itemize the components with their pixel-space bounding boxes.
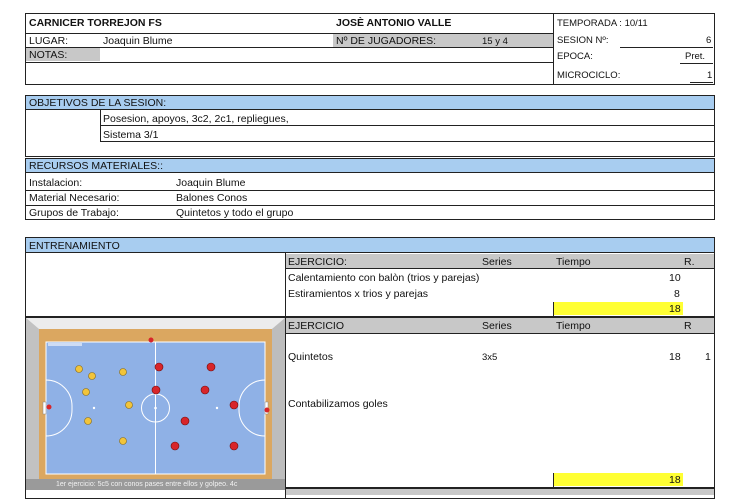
b2-series: 3x5 xyxy=(482,352,498,363)
lugar-value: Joaquin Blume xyxy=(103,35,173,47)
b1-col-ejercicio: EJERCICIO: xyxy=(288,256,347,268)
grupos-label: Grupos de Trabajo: xyxy=(29,207,119,219)
sesion-value: 6 xyxy=(706,35,712,46)
coach-name: JOSÈ ANTONIO VALLE xyxy=(336,17,452,29)
epoca-label: EPOCA: xyxy=(557,51,593,62)
b1-col-series: Series xyxy=(482,256,512,268)
b2-col-r: R xyxy=(684,320,692,332)
b1-col-r: R. xyxy=(684,256,695,268)
diagram-caption: 1er ejercicio: 5c5 con conos pases entre… xyxy=(56,481,238,488)
material-value: Balones Conos xyxy=(176,192,248,204)
b1-row2-name: Estiramientos x trios y parejas xyxy=(288,288,429,300)
club-name: CARNICER TORREJON FS xyxy=(29,17,162,29)
notas-label: NOTAS: xyxy=(29,49,68,61)
b2-r: 1 xyxy=(705,351,711,363)
b1-row1-name: Calentamiento con balòn (trios y parejas… xyxy=(288,272,480,284)
b1-total: 18 xyxy=(669,303,681,315)
instalacion-label: Instalacion: xyxy=(29,177,83,189)
b1-total-highlight xyxy=(553,302,683,315)
b2-col-series: Series xyxy=(482,320,512,332)
temporada: TEMPORADA : 10/11 xyxy=(557,18,648,29)
instalacion-value: Joaquin Blume xyxy=(176,177,246,189)
epoca-value: Pret. xyxy=(685,51,706,62)
b2-col-tiempo: Tiempo xyxy=(556,320,591,332)
b2-tiempo: 18 xyxy=(669,351,681,363)
material-label: Material Necesario: xyxy=(29,192,120,204)
objetivos-line2: Sistema 3/1 xyxy=(103,129,159,141)
recursos-title: RECURSOS MATERIALES:: xyxy=(29,160,163,172)
b1-row2-tiempo: 8 xyxy=(674,288,680,300)
sesion-label: SESION Nº: xyxy=(557,35,609,46)
b2-note: Contabilizamos goles xyxy=(288,398,388,410)
b1-row1-tiempo: 10 xyxy=(669,272,681,284)
microciclo-label: MICROCICLO: xyxy=(557,70,621,81)
futsal-court-diagram: 1er ejercicio: 5c5 con conos pases entre… xyxy=(26,318,285,490)
grupos-value: Quintetos y todo el grupo xyxy=(176,207,294,219)
microciclo-value: 1 xyxy=(707,70,713,81)
objetivos-title: OBJETIVOS DE LA SESION: xyxy=(29,97,167,109)
jugadores-label: Nº DE JUGADORES: xyxy=(336,35,437,47)
b2-name: Quintetos xyxy=(288,351,333,363)
b2-col-ejercicio: EJERCICIO xyxy=(288,320,345,332)
entrenamiento-title: ENTRENAMIENTO xyxy=(29,240,120,252)
objetivos-line1: Posesion, apoyos, 3c2, 2c1, repliegues, xyxy=(103,113,289,125)
jugadores-value: 15 y 4 xyxy=(482,36,508,47)
lugar-label: LUGAR: xyxy=(29,35,69,47)
b2-total-highlight xyxy=(553,473,683,486)
b2-total: 18 xyxy=(669,474,681,486)
b1-col-tiempo: Tiempo xyxy=(556,256,591,268)
